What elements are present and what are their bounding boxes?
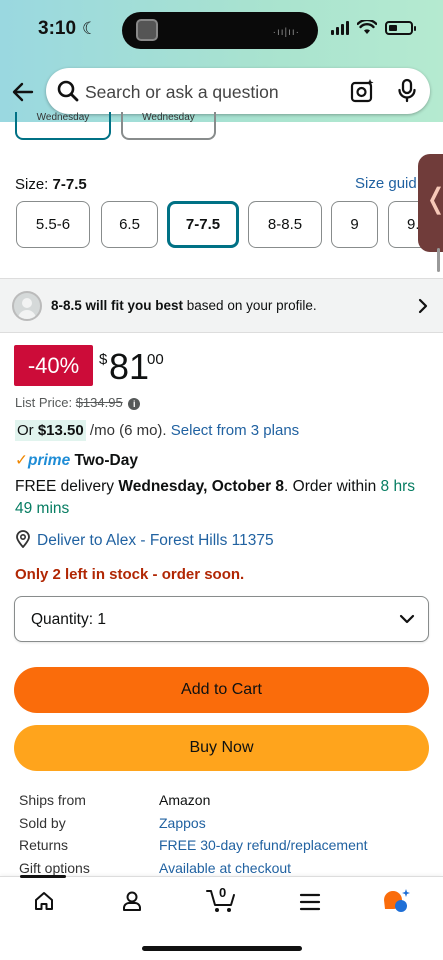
prime-two-day-badge: ✓prime Two-Day	[15, 452, 138, 469]
rufus-assistant-icon[interactable]	[382, 888, 412, 914]
delivery-estimate: FREE delivery Wednesday, October 8. Orde…	[15, 478, 415, 517]
wifi-icon	[357, 20, 377, 34]
price-currency: $	[99, 351, 108, 368]
location-pin-icon	[16, 530, 30, 548]
status-icons	[331, 20, 416, 35]
sold-by-label: Sold by	[19, 814, 66, 831]
ships-from-value: Amazon	[159, 792, 211, 808]
chevron-down-icon	[399, 614, 415, 624]
size-guide-link[interactable]: Size guid	[355, 175, 417, 192]
search-input[interactable]: Search or ask a question	[85, 82, 279, 103]
quantity-select[interactable]: Quantity: 1	[14, 596, 429, 642]
dynamic-island: ·ıı|ıı·	[122, 12, 318, 49]
buy-now-button[interactable]: Buy Now	[14, 725, 429, 771]
returns-link[interactable]: FREE 30-day refund/replacement	[159, 834, 368, 857]
installment-amount: Or $13.50	[15, 420, 86, 441]
delivery-option-wednesday-alt[interactable]: Wednesday	[121, 112, 216, 140]
microphone-icon[interactable]	[396, 78, 418, 104]
size-option-6-5[interactable]: 6.5	[101, 201, 158, 248]
sold-by-link[interactable]: Zappos	[159, 812, 206, 835]
header: 3:10 ☾ ·ıı|ıı· Search or ask a question	[0, 0, 443, 122]
select-plans-link[interactable]: Select from 3 plans	[167, 422, 299, 439]
prime-logo: prime	[28, 452, 71, 469]
price-fraction: 00	[147, 351, 164, 368]
account-icon[interactable]	[121, 890, 143, 912]
info-icon[interactable]: i	[128, 398, 141, 410]
search-bar[interactable]: Search or ask a question	[46, 68, 430, 114]
status-time: 3:10 ☾	[38, 18, 98, 39]
installment-plan: Or $13.50 /mo (6 mo). Select from 3 plan…	[15, 420, 300, 441]
returns-label: Returns	[19, 837, 69, 854]
active-tab-indicator	[20, 875, 66, 878]
scrollbar[interactable]	[437, 248, 440, 272]
camera-lens-icon[interactable]	[350, 78, 376, 104]
prime-check-icon: ✓	[15, 452, 28, 469]
price-whole: 81	[109, 346, 150, 387]
back-arrow-icon[interactable]	[10, 79, 36, 105]
home-indicator	[142, 946, 302, 951]
chevron-right-icon	[418, 298, 428, 314]
chevron-left-icon: ❬	[424, 182, 443, 215]
stock-notice: Only 2 left in stock - order soon.	[15, 566, 245, 583]
menu-icon[interactable]	[299, 892, 321, 912]
battery-icon	[385, 20, 416, 35]
size-option-5-5-6[interactable]: 5.5-6	[16, 201, 90, 248]
moon-icon: ☾	[82, 19, 98, 38]
search-icon	[57, 80, 79, 102]
size-option-7-7-5-selected[interactable]: 7-7.5	[167, 201, 239, 248]
cellular-signal-icon	[331, 20, 349, 35]
side-panel-tab[interactable]: ❬	[418, 154, 443, 252]
deliver-to-link[interactable]: Deliver to Alex - Forest Hills 11375	[15, 530, 274, 550]
cart-count: 0	[219, 885, 227, 900]
quantity-value: Quantity: 1	[31, 611, 106, 628]
delivery-option-wednesday[interactable]: Wednesday	[15, 112, 111, 140]
discount-badge: -40%	[14, 345, 93, 386]
ships-from-label: Ships from	[19, 792, 86, 808]
home-icon[interactable]	[33, 890, 55, 912]
fit-recommendation-banner[interactable]: 8-8.5 will fit you best based on your pr…	[0, 278, 443, 333]
now-playing-thumbnail	[136, 19, 158, 41]
audio-wave-icon: ·ıı|ıı·	[272, 27, 300, 38]
add-to-cart-button[interactable]: Add to Cart	[14, 667, 429, 713]
fit-recommendation-text: 8-8.5 will fit you best based on your pr…	[51, 298, 317, 313]
size-option-9[interactable]: 9	[331, 201, 378, 248]
size-label: Size: 7-7.5	[15, 176, 87, 193]
profile-avatar-icon	[12, 291, 42, 321]
cart-icon[interactable]: 0	[206, 885, 238, 915]
list-price: List Price: $134.95 i	[15, 395, 141, 410]
size-option-8-8-5[interactable]: 8-8.5	[248, 201, 322, 248]
